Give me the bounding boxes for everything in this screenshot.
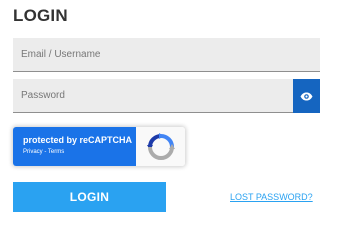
password-field[interactable] [13,79,293,113]
lost-password-link[interactable]: LOST PASSWORD? [230,192,313,202]
eye-icon [300,92,313,100]
recaptcha-logo-icon [146,132,175,160]
email-input[interactable] [13,38,320,71]
login-button[interactable]: LOGIN [13,182,166,212]
recaptcha-text-area: protected by reCAPTCHA Privacy - Terms [13,127,136,166]
recaptcha-logo-container [136,127,185,166]
recaptcha-badge[interactable]: protected by reCAPTCHA Privacy - Terms [13,127,185,166]
recaptcha-privacy-terms-link[interactable]: Privacy - Terms [23,146,136,158]
email-field[interactable] [13,38,320,72]
login-panel: LOGIN protected by reCAPTCHA Privacy - T… [0,0,347,241]
password-input[interactable] [13,79,293,112]
show-password-button[interactable] [293,79,320,113]
recaptcha-protected-label: protected by reCAPTCHA [23,135,133,145]
page-title: LOGIN [13,6,68,25]
